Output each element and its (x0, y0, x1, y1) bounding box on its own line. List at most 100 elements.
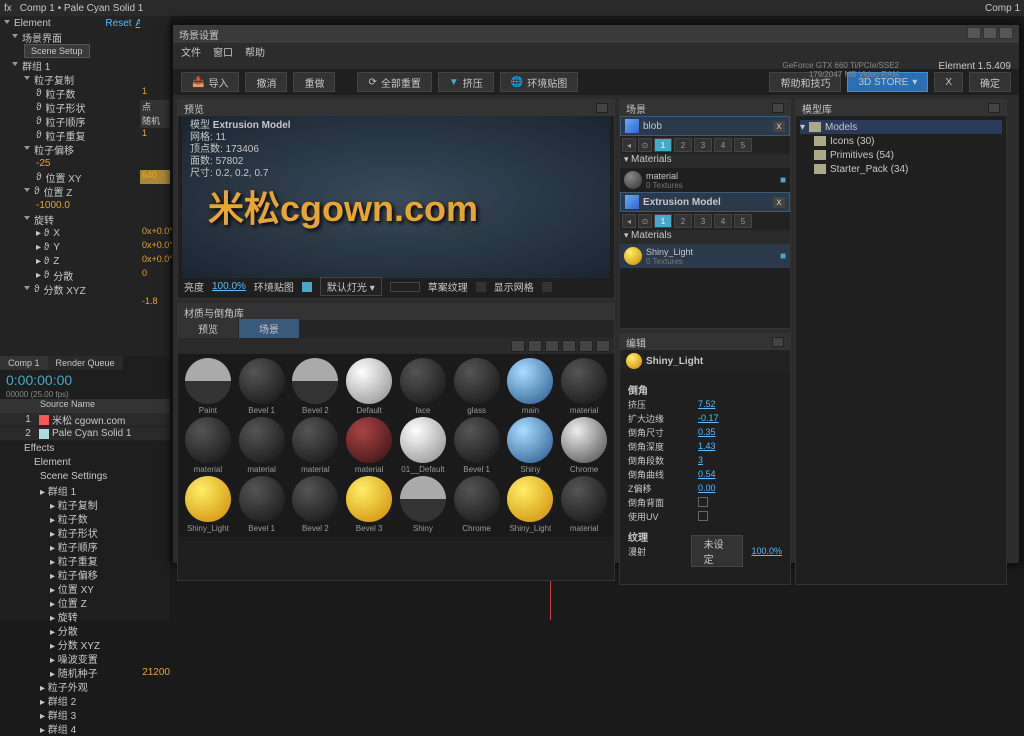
group-slot-2[interactable]: 2 (674, 138, 692, 152)
group-slot-1[interactable]: 1 (654, 138, 672, 152)
menu-file[interactable]: 文件 (181, 44, 201, 59)
tl-prop[interactable]: ▸ 位置 Z (0, 595, 170, 609)
scene-obj-extrusion[interactable]: Extrusion Modelx (620, 192, 790, 212)
material-item[interactable]: Bevel 1 (236, 476, 288, 533)
group-1[interactable]: 群组 1 (22, 58, 50, 73)
tl-prop[interactable]: ▸ 群组 3 (0, 707, 170, 721)
pshape-val[interactable]: 点 (140, 100, 170, 114)
env-checkbox[interactable] (302, 282, 312, 292)
timecode[interactable]: 0:00:00:00 (0, 370, 170, 390)
p-offset[interactable]: 粒子偏移 (34, 142, 74, 157)
scale-val[interactable]: -1.8 (140, 296, 170, 310)
material-item[interactable]: Shiny_Light (182, 476, 234, 533)
effect-name[interactable]: Element (14, 18, 51, 29)
pos-z-value[interactable]: -1000.0 (36, 200, 70, 211)
rot-z[interactable]: Z (53, 256, 59, 267)
diffuse-pct[interactable]: 100.0% (751, 546, 782, 556)
p-repeat[interactable]: 粒子重复 (45, 128, 85, 143)
offset-value[interactable]: -25 (36, 158, 50, 169)
mat-section-2[interactable]: Materials (631, 230, 672, 241)
edit-collapse[interactable] (772, 337, 784, 347)
material-item[interactable]: material (290, 417, 342, 474)
rotate[interactable]: 旋转 (34, 212, 54, 227)
window-close[interactable] (999, 27, 1013, 39)
group-slot-2[interactable]: 2 (674, 214, 692, 228)
redo-button[interactable]: 重做 (293, 72, 335, 92)
tl-prop[interactable]: ▸ 位置 XY (0, 581, 170, 595)
tl-prop[interactable]: ▸ 粒子数 (0, 511, 170, 525)
mat-tool-4[interactable] (562, 340, 576, 352)
layer-row[interactable]: 2Pale Cyan Solid 1 (0, 427, 170, 441)
model-folder[interactable]: Starter_Pack (34) (800, 162, 1002, 176)
tl-prop[interactable]: ▸ 粒子顺序 (0, 539, 170, 553)
material-item[interactable]: material (343, 417, 395, 474)
tl-prop[interactable]: ▸ 随机种子21200 (0, 665, 170, 679)
mat-tool-1[interactable] (511, 340, 525, 352)
color-swatch[interactable] (390, 282, 420, 292)
rs-val[interactable]: 0 (140, 268, 170, 282)
scale-xyz[interactable]: 分数 XYZ (43, 282, 85, 297)
tl-prop[interactable]: ▸ 粒子重复 (0, 553, 170, 567)
layer-row[interactable]: 1米松 cgown.com (0, 413, 170, 427)
mat-tool-2[interactable] (528, 340, 542, 352)
material-item[interactable]: Bevel 1 (236, 358, 288, 415)
diffuse-dropdown[interactable]: 未设定 (691, 535, 744, 567)
rx-val[interactable]: 0x+0.0° (140, 226, 170, 240)
pcount-val[interactable]: 1 (140, 86, 170, 100)
p-shape[interactable]: 粒子形状 (45, 100, 85, 115)
ok-button[interactable]: 确定 (969, 72, 1011, 92)
menu-window[interactable]: 窗口 (213, 44, 233, 59)
window-max[interactable] (983, 27, 997, 39)
bevel-section[interactable]: 倒角 (628, 382, 782, 397)
prepeat-val[interactable]: 1 (140, 128, 170, 142)
prop-value[interactable]: 7.52 (698, 399, 716, 409)
material-item[interactable]: material (558, 358, 610, 415)
group-slot-5[interactable]: 5 (734, 214, 752, 228)
menu-help[interactable]: 帮助 (245, 44, 265, 59)
undo-button[interactable]: 撤消 (245, 72, 287, 92)
grid-checkbox[interactable] (542, 282, 552, 292)
material-item[interactable]: material (558, 476, 610, 533)
mat-tool-3[interactable] (545, 340, 559, 352)
material-item[interactable]: Chrome (451, 476, 503, 533)
models-root[interactable]: ▾Models (800, 120, 1002, 134)
material-item[interactable]: Bevel 2 (290, 476, 342, 533)
tl-prop[interactable]: ▸ 群组 2 (0, 693, 170, 707)
tl-prop[interactable]: ▸ 旋转 (0, 609, 170, 623)
tl-prop[interactable]: ▸ 噪波变置 (0, 651, 170, 665)
scene-mat-shiny-light[interactable]: Shiny_Light0 Textures■ (620, 244, 790, 268)
posxy-val[interactable]: 640 (140, 170, 170, 184)
material-item[interactable]: 01__Default (397, 417, 449, 474)
material-item[interactable]: Shiny_Light (505, 476, 557, 533)
material-item[interactable]: face (397, 358, 449, 415)
model-folder[interactable]: Primitives (54) (800, 148, 1002, 162)
prop-value[interactable]: 3 (698, 455, 703, 465)
x-button[interactable]: X (934, 72, 963, 92)
slot-tool[interactable]: ◂ (622, 214, 636, 228)
pos-z[interactable]: 位置 Z (43, 184, 72, 199)
prop-value[interactable]: 1.43 (698, 441, 716, 451)
material-item[interactable]: Shiny (505, 417, 557, 474)
group-slot-4[interactable]: 4 (714, 138, 732, 152)
tl-prop[interactable]: ▸ 粒子外观 (0, 679, 170, 693)
reset-link[interactable]: Reset (105, 18, 131, 29)
blob-close[interactable]: x (773, 121, 785, 132)
group-slot-1[interactable]: 1 (654, 214, 672, 228)
porder-val[interactable]: 随机 (140, 114, 170, 128)
scene-collapse[interactable] (772, 103, 784, 113)
tl-comp-tab[interactable]: Comp 1 (0, 356, 48, 370)
tl-prop[interactable]: ▸ 粒子形状 (0, 525, 170, 539)
slot-tool[interactable]: ⊙ (638, 214, 652, 228)
group-slot-5[interactable]: 5 (734, 138, 752, 152)
rot-y[interactable]: Y (53, 242, 60, 253)
prop-value[interactable]: 0.00 (698, 483, 716, 493)
material-item[interactable]: glass (451, 358, 503, 415)
scene-setup-button[interactable]: Scene Setup (24, 44, 90, 58)
material-item[interactable]: Default (343, 358, 395, 415)
panel-collapse[interactable] (596, 103, 608, 113)
tl-prop[interactable]: ▸ 分散 (0, 623, 170, 637)
mat-tab-scene[interactable]: 场景 (239, 319, 299, 338)
reset-all-button[interactable]: ⟳全部重置 (357, 72, 431, 92)
models-collapse[interactable] (988, 103, 1000, 113)
prop-value[interactable]: 0.54 (698, 469, 716, 479)
